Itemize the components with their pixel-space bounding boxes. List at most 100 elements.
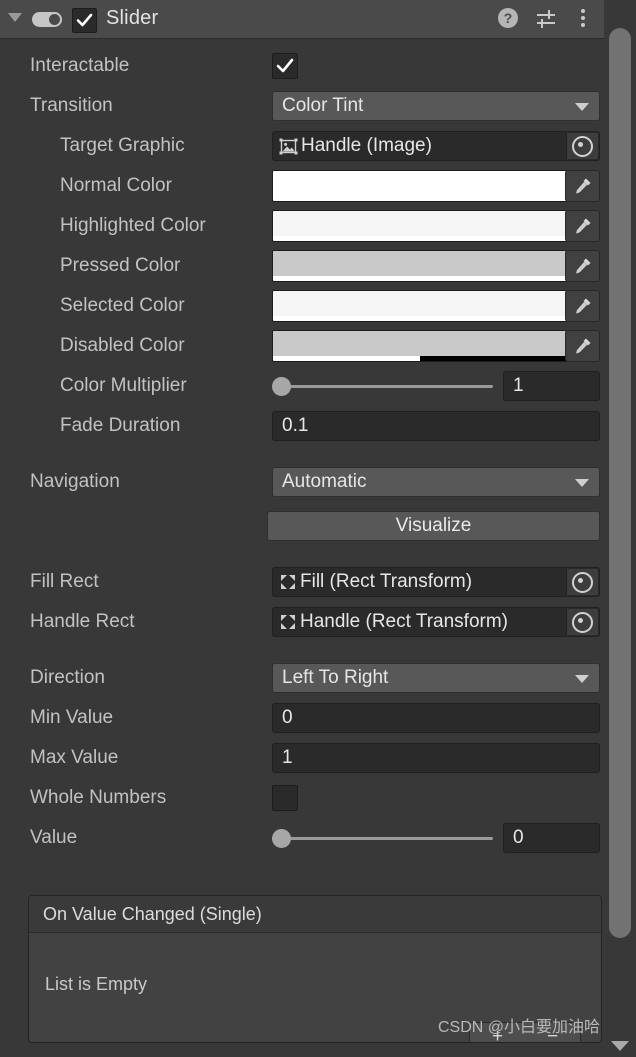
target-graphic-objectfield[interactable]: Handle (Image) [272,131,600,161]
label-fill-rect: Fill Rect [30,571,99,592]
chevron-down-icon [575,103,589,111]
row-transition: Transition Color Tint [0,86,604,126]
eyedropper-icon[interactable] [565,330,600,362]
min-value-input[interactable]: 0 [272,703,600,733]
disabled-color-field[interactable] [272,330,600,362]
pressed-color-swatch[interactable] [272,250,568,282]
eyedropper-icon[interactable] [565,210,600,242]
help-icon[interactable]: ? [498,8,520,30]
fill-rect-objectfield[interactable]: Fill (Rect Transform) [272,567,600,597]
row-navigation: Navigation Automatic [0,462,604,502]
row-min-value: Min Value 0 [0,698,604,738]
row-value: Value 0 [0,818,604,858]
target-graphic-value: Handle (Image) [301,135,432,156]
row-max-value: Max Value 1 [0,738,604,778]
label-max-value: Max Value [30,747,119,768]
min-value-text: 0 [282,707,293,728]
navigation-value: Automatic [282,471,367,492]
selected-color-field[interactable] [272,290,600,322]
chevron-down-icon [575,675,589,683]
label-highlighted-color: Highlighted Color [60,215,206,236]
rect-transform-icon [279,573,297,591]
label-fade-duration: Fade Duration [60,415,181,436]
eyedropper-icon[interactable] [565,290,600,322]
handle-rect-objectfield[interactable]: Handle (Rect Transform) [272,607,600,637]
rect-transform-icon [279,613,297,631]
value-input[interactable]: 0 [503,823,600,853]
kebab-menu-icon[interactable] [572,8,594,30]
normal-color-swatch[interactable] [272,170,568,202]
label-value: Value [30,827,78,848]
eyedropper-icon[interactable] [565,250,600,282]
chevron-down-icon [575,479,589,487]
direction-dropdown[interactable]: Left To Right [272,663,600,693]
row-normal-color: Normal Color [0,166,604,206]
slider-knob[interactable] [272,377,291,396]
whole-numbers-checkbox[interactable] [272,785,298,811]
row-direction: Direction Left To Right [0,658,604,698]
object-picker-icon[interactable] [566,609,598,635]
direction-value: Left To Right [282,667,389,688]
row-interactable: Interactable [0,46,604,86]
label-normal-color: Normal Color [60,175,172,196]
label-handle-rect: Handle Rect [30,611,135,632]
row-highlighted-color: Highlighted Color [0,206,604,246]
selected-color-swatch[interactable] [272,290,568,322]
slider-track [272,385,493,388]
label-target-graphic: Target Graphic [60,135,185,156]
disabled-color-swatch[interactable] [272,330,568,362]
color-multiplier-slider[interactable] [272,374,493,398]
row-disabled-color: Disabled Color [0,326,604,366]
object-picker-icon[interactable] [566,133,598,159]
fade-duration-value: 0.1 [282,415,309,436]
component-header[interactable]: Slider ? [0,0,604,39]
color-multiplier-value: 1 [513,375,524,396]
transition-dropdown[interactable]: Color Tint [272,91,600,121]
visualize-button[interactable]: Visualize [267,511,600,541]
row-handle-rect: Handle Rect Handle (Rect Transform) [0,602,604,642]
image-component-icon [279,137,298,156]
object-picker-icon[interactable] [566,569,598,595]
interactable-checkbox[interactable] [272,53,298,79]
label-interactable: Interactable [30,55,130,76]
pressed-color-field[interactable] [272,250,600,282]
highlighted-color-swatch[interactable] [272,210,568,242]
max-value-text: 1 [282,747,293,768]
row-selected-color: Selected Color [0,286,604,326]
normal-color-field[interactable] [272,170,600,202]
eyedropper-icon[interactable] [565,170,600,202]
slider-knob[interactable] [272,829,291,848]
component-enabled-checkbox[interactable] [72,8,97,33]
row-color-multiplier: Color Multiplier 1 [0,366,604,406]
label-selected-color: Selected Color [60,295,185,316]
event-list-title: On Value Changed (Single) [43,903,262,924]
vertical-scrollbar[interactable] [604,0,636,1057]
scrollbar-thumb[interactable] [609,28,631,938]
slider-track [272,837,493,840]
scroll-down-arrow-icon[interactable] [611,1041,629,1051]
visibility-eye-icon[interactable] [32,12,62,27]
visualize-label: Visualize [395,515,472,536]
value-slider[interactable] [272,826,493,850]
fill-rect-value: Fill (Rect Transform) [300,571,473,592]
label-transition: Transition [30,95,113,116]
max-value-input[interactable]: 1 [272,743,600,773]
preset-icon[interactable] [535,8,557,30]
label-navigation: Navigation [30,471,120,492]
row-whole-numbers: Whole Numbers [0,778,604,818]
fade-duration-input[interactable]: 0.1 [272,411,600,441]
event-list-header[interactable]: On Value Changed (Single) [29,896,601,933]
label-min-value: Min Value [30,707,114,728]
foldout-arrow-icon[interactable] [8,13,22,22]
color-multiplier-input[interactable]: 1 [503,371,600,401]
row-target-graphic: Target Graphic Handle (Image) [0,126,604,166]
label-disabled-color: Disabled Color [60,335,185,356]
label-color-multiplier: Color Multiplier [60,375,187,396]
event-list-empty-text: List is Empty [45,974,148,994]
highlighted-color-field[interactable] [272,210,600,242]
navigation-dropdown[interactable]: Automatic [272,467,600,497]
label-pressed-color: Pressed Color [60,255,181,276]
label-direction: Direction [30,667,105,688]
row-visualize: Visualize [0,506,604,546]
row-fade-duration: Fade Duration 0.1 [0,406,604,446]
